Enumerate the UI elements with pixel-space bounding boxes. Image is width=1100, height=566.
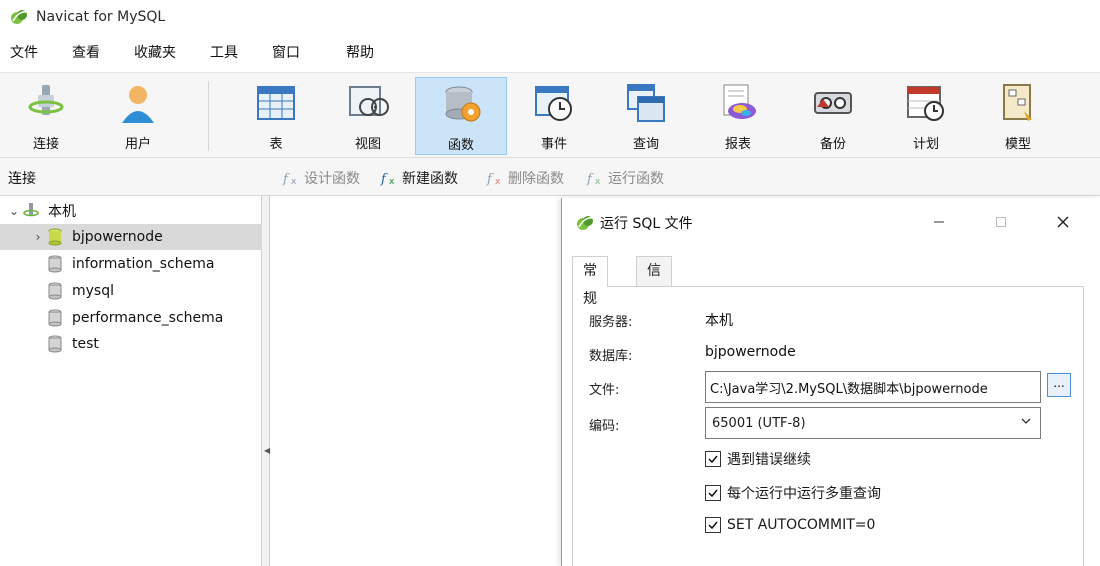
- tree-db-bjpowernode[interactable]: › bjpowernode: [0, 224, 262, 250]
- minimize-icon: [934, 221, 944, 223]
- database-icon: [48, 255, 62, 273]
- run-function-icon: f x: [586, 172, 601, 187]
- toolbar-model-button[interactable]: 模型: [972, 77, 1064, 155]
- run-sql-file-dialog: 运行 SQL 文件 常规 信息日志 服务器: 本机 数据库: bjpowerno…: [561, 198, 1100, 566]
- toolbar-report-button[interactable]: 报表: [692, 77, 784, 155]
- menu-file[interactable]: 文件: [2, 40, 46, 66]
- toolbar-table-button[interactable]: 表: [230, 77, 322, 155]
- svg-text:f: f: [586, 172, 594, 187]
- window-title: Navicat for MySQL: [36, 9, 166, 25]
- server-value: 本机: [705, 313, 733, 329]
- file-label: 文件:: [589, 383, 620, 398]
- toolbar-separator: [208, 81, 209, 151]
- toolbar-query-button[interactable]: 查询: [600, 77, 692, 155]
- menu-help[interactable]: 帮助: [338, 40, 382, 66]
- connection-pane-title: 连接: [8, 171, 36, 187]
- connection-plug-icon: [23, 203, 39, 217]
- svg-text:x: x: [595, 177, 601, 187]
- view-icon: [349, 86, 389, 116]
- expand-chevron-right-icon[interactable]: ›: [30, 230, 46, 244]
- general-tab-panel: 服务器: 本机 数据库: bjpowernode 文件: ... 编码: 650…: [572, 286, 1084, 566]
- database-label: 数据库:: [589, 349, 633, 364]
- database-icon: [48, 282, 62, 300]
- toolbar-schedule-button[interactable]: 计划: [880, 77, 972, 155]
- splitter-grip-icon: ◀: [264, 446, 271, 455]
- menu-window[interactable]: 窗口: [264, 40, 308, 66]
- file-path-input[interactable]: [705, 371, 1041, 403]
- schedule-icon: [907, 86, 944, 121]
- user-icon: [122, 86, 154, 123]
- tree-connection-localhost[interactable]: ⌄ 本机: [0, 198, 262, 224]
- encoding-label: 编码:: [589, 419, 620, 434]
- close-button[interactable]: [1048, 210, 1078, 234]
- database-open-icon: [48, 228, 62, 246]
- toolbar-backup-button[interactable]: 备份: [787, 77, 879, 155]
- object-toolbar: 连接 f x 设计函数 f x 新建函数 f x 删除函数 f x 运行函数: [0, 158, 1100, 196]
- svg-text:f: f: [486, 172, 494, 187]
- svg-text:f: f: [282, 172, 290, 187]
- pane-splitter[interactable]: ◀: [262, 196, 270, 566]
- maximize-icon: [996, 217, 1006, 227]
- design-function-button[interactable]: f x 设计函数: [282, 168, 360, 188]
- navicat-logo-icon: [577, 216, 593, 230]
- encoding-selected-value: 65001 (UTF-8): [712, 415, 806, 431]
- dialog-titlebar: 运行 SQL 文件: [562, 198, 1100, 248]
- encoding-select[interactable]: 65001 (UTF-8): [705, 407, 1041, 439]
- checkbox-checked-icon: [705, 451, 721, 467]
- connection-tree: ⌄ 本机 › bjpowernode information_schema my…: [0, 196, 262, 566]
- maximize-button[interactable]: [986, 210, 1016, 234]
- menu-tools[interactable]: 工具: [202, 40, 246, 66]
- checkbox-checked-icon: [705, 517, 721, 533]
- menu-favorites[interactable]: 收藏夹: [126, 40, 184, 66]
- svg-text:x: x: [495, 177, 501, 187]
- tab-message-log[interactable]: 信息日志: [636, 256, 672, 363]
- tree-db-performance-schema[interactable]: performance_schema: [0, 305, 262, 331]
- model-icon: [1003, 84, 1032, 121]
- report-icon: [723, 84, 756, 119]
- menu-view[interactable]: 查看: [64, 40, 108, 66]
- run-function-button[interactable]: f x 运行函数: [586, 168, 664, 188]
- toolbar-connect-button[interactable]: 连接: [0, 77, 92, 155]
- expand-chevron-down-icon[interactable]: ⌄: [6, 204, 22, 218]
- new-function-icon: f x: [380, 172, 395, 187]
- delete-function-button[interactable]: f x 删除函数: [486, 168, 564, 188]
- toolbar-view-button[interactable]: 视图: [322, 77, 414, 155]
- window-titlebar: Navicat for MySQL: [0, 0, 1100, 34]
- database-icon: [48, 335, 62, 353]
- function-icon: [445, 86, 481, 122]
- close-icon: [1057, 216, 1069, 228]
- design-function-icon: f x: [282, 172, 297, 187]
- svg-text:f: f: [380, 172, 388, 187]
- minimize-button[interactable]: [924, 210, 954, 234]
- database-value: bjpowernode: [705, 344, 796, 360]
- table-icon: [257, 86, 295, 120]
- event-clock-icon: [535, 86, 572, 121]
- toolbar-function-button[interactable]: 函数: [415, 77, 507, 155]
- tab-general[interactable]: 常规: [572, 256, 608, 307]
- main-toolbar: 连接 用户 表 视图 函数 事件 查询 报表 备份 计划 模型: [0, 72, 1100, 158]
- new-function-button[interactable]: f x 新建函数: [380, 168, 458, 188]
- database-icon: [48, 309, 62, 327]
- server-label: 服务器:: [589, 315, 633, 330]
- browse-file-button[interactable]: ...: [1047, 373, 1071, 397]
- autocommit-checkbox[interactable]: SET AUTOCOMMIT=0: [705, 517, 875, 533]
- svg-text:x: x: [389, 177, 395, 187]
- menu-bar: 文件 查看 收藏夹 工具 窗口 帮助: [0, 34, 1100, 72]
- tree-db-information-schema[interactable]: information_schema: [0, 251, 262, 277]
- backup-icon: [814, 92, 852, 114]
- toolbar-event-button[interactable]: 事件: [508, 77, 600, 155]
- multiple-queries-checkbox[interactable]: 每个运行中运行多重查询: [705, 483, 881, 503]
- dialog-title: 运行 SQL 文件: [600, 216, 693, 232]
- delete-function-icon: f x: [486, 172, 501, 187]
- svg-text:x: x: [291, 177, 297, 187]
- toolbar-user-button[interactable]: 用户: [92, 77, 184, 155]
- chevron-down-icon: [1021, 418, 1031, 424]
- navicat-logo-icon: [11, 10, 27, 24]
- query-icon: [627, 84, 665, 122]
- checkbox-checked-icon: [705, 485, 721, 501]
- continue-on-error-checkbox[interactable]: 遇到错误继续: [705, 449, 811, 469]
- tree-db-test[interactable]: test: [0, 331, 262, 357]
- tree-db-mysql[interactable]: mysql: [0, 278, 262, 304]
- plug-icon: [28, 85, 64, 115]
